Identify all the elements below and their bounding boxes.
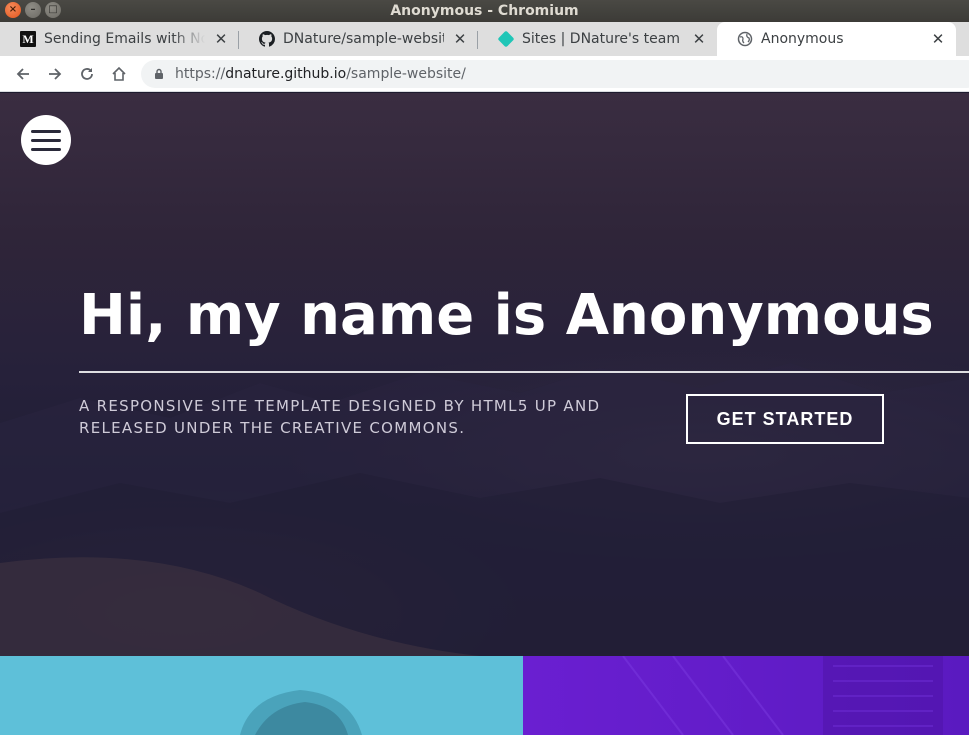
lock-icon [155, 68, 163, 79]
medium-icon: M [20, 31, 36, 47]
arrow-right-icon [49, 67, 62, 80]
portrait-image [240, 690, 362, 735]
page-viewport: Hi, my name is Anonymous A responsive si… [0, 93, 969, 735]
hamburger-menu-button[interactable] [21, 115, 71, 165]
close-icon[interactable]: ✕ [452, 30, 468, 48]
menu-line [31, 138, 61, 142]
address-bar[interactable]: https://dnature.github.io/sample-website… [141, 60, 969, 88]
window-title: Anonymous - Chromium [390, 3, 579, 19]
menu-line [31, 129, 61, 133]
hero-divider [79, 371, 969, 373]
tab-title: Anonymous [761, 31, 844, 47]
tab-title: Sending Emails with Node [44, 31, 205, 47]
back-button[interactable] [7, 58, 39, 90]
tab-strip: M Sending Emails with Node ✕ DNature/sam… [0, 22, 969, 56]
window-close-button[interactable]: × [5, 2, 21, 18]
arrow-left-icon [16, 67, 29, 80]
tab-anonymous[interactable]: Anonymous ✕ [717, 22, 956, 56]
hero-subtitle: A responsive site template designed by H… [79, 397, 601, 437]
tab-title: DNature/sample-website [283, 31, 444, 47]
reload-icon [81, 67, 93, 80]
window-maximize-button[interactable]: □ [45, 2, 61, 18]
window-minimize-button[interactable]: – [25, 2, 41, 18]
hero-title: Hi, my name is Anonymous [79, 283, 934, 348]
tab-title: Sites | DNature's team [522, 31, 680, 47]
tab-github[interactable]: DNature/sample-website ✕ [239, 22, 478, 56]
browser-toolbar: https://dnature.github.io/sample-website… [0, 56, 969, 92]
tab-netlify[interactable]: Sites | DNature's team ✕ [478, 22, 717, 56]
portfolio-tile-cyan[interactable] [0, 656, 523, 735]
globe-icon [737, 31, 753, 47]
window-controls: × – □ [5, 2, 61, 18]
home-icon [112, 66, 126, 81]
home-button[interactable] [103, 58, 135, 90]
portfolio-tile-purple[interactable] [523, 655, 969, 735]
netlify-icon [497, 30, 515, 48]
close-icon[interactable]: ✕ [930, 30, 946, 48]
url-host: dnature.github.io [225, 66, 347, 82]
tab-sending-emails[interactable]: M Sending Emails with Node ✕ [0, 22, 239, 56]
forward-button[interactable] [39, 58, 71, 90]
reload-button[interactable] [71, 58, 103, 90]
building-image [622, 655, 943, 735]
url-scheme: https:// [175, 66, 226, 82]
window-titlebar: × – □ Anonymous - Chromium [0, 0, 969, 22]
close-icon[interactable]: ✕ [213, 30, 229, 48]
menu-line [31, 147, 61, 151]
github-icon [259, 31, 275, 47]
close-icon[interactable]: ✕ [691, 30, 707, 48]
hero-section: Hi, my name is Anonymous A responsive si… [0, 93, 969, 656]
url-path: /sample-website/ [346, 66, 466, 82]
get-started-button[interactable]: GET STARTED [686, 394, 884, 444]
